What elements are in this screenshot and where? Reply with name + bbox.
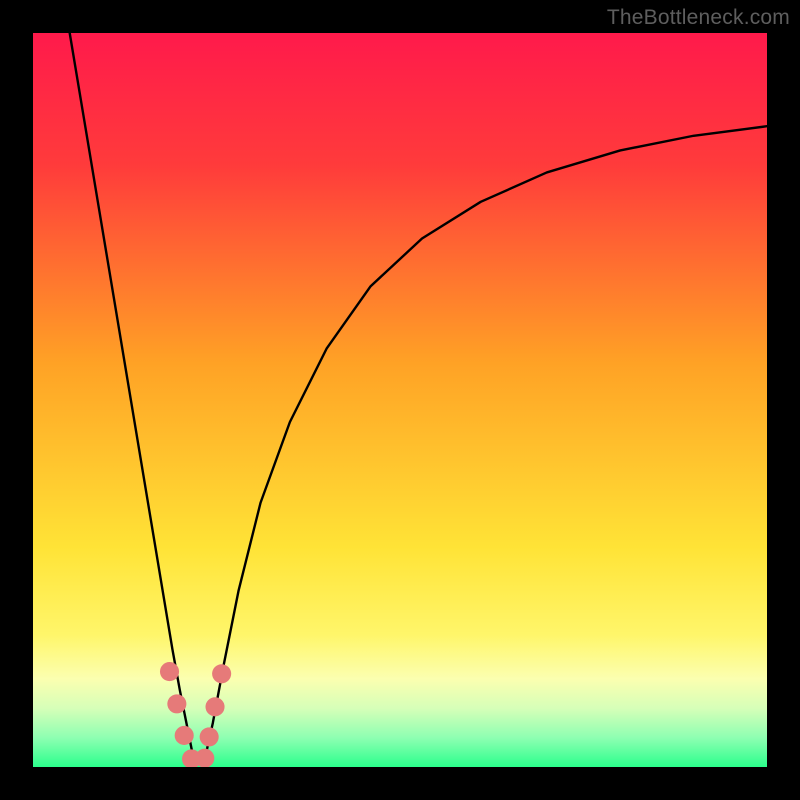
outer-frame: TheBottleneck.com (0, 0, 800, 800)
chart-svg (33, 33, 767, 767)
highlight-dot (200, 727, 219, 746)
highlight-dot (167, 694, 186, 713)
highlight-dot (160, 662, 179, 681)
highlight-dot (212, 664, 231, 683)
plot-area (33, 33, 767, 767)
watermark-text: TheBottleneck.com (607, 6, 790, 30)
highlight-dot (175, 726, 194, 745)
highlight-dot (195, 749, 214, 767)
highlight-dot (205, 697, 224, 716)
